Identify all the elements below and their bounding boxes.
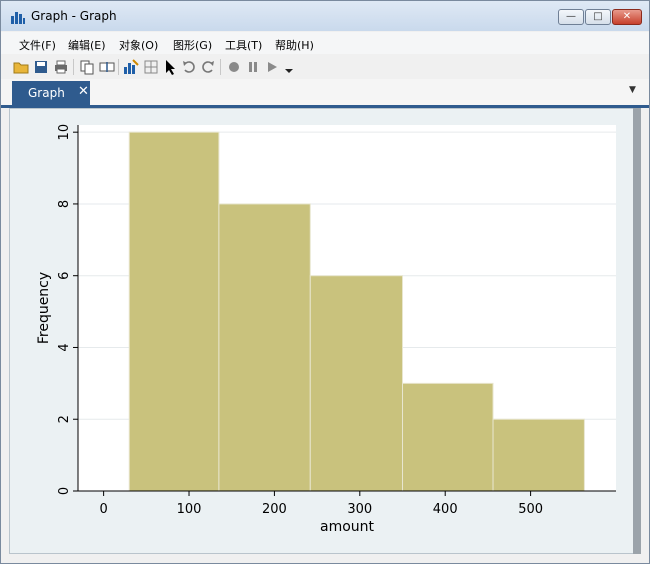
y-axis-label: Frequency [36, 272, 52, 344]
app-window: Graph - Graph — □ ✕ 文件(F) 编辑(E) 对象(O) 图形… [0, 0, 650, 564]
scrollbar[interactable] [633, 108, 641, 554]
menu-edit[interactable]: 编辑(E) [68, 37, 106, 53]
y-tick-label: 2 [57, 415, 72, 423]
x-tick-label: 300 [347, 502, 372, 517]
close-button[interactable]: ✕ [612, 9, 642, 25]
rename-icon[interactable] [99, 59, 115, 75]
histogram-bar [218, 203, 311, 492]
menu-tools[interactable]: 工具(T) [225, 37, 262, 53]
toolbar-separator [118, 59, 119, 75]
x-tick-label: 200 [262, 502, 287, 517]
x-tick-label: 400 [433, 502, 458, 517]
toolbar [1, 55, 649, 79]
x-tick-label: 0 [99, 502, 107, 517]
y-tick-label: 10 [57, 124, 72, 141]
tab-graph[interactable]: Graph ✕ [12, 81, 90, 105]
tab-close-icon[interactable]: ✕ [78, 84, 89, 99]
title-bar[interactable]: Graph - Graph — □ ✕ [1, 1, 649, 31]
minimize-button[interactable]: — [558, 9, 584, 25]
save-icon[interactable] [33, 59, 49, 75]
histogram-bar [128, 131, 220, 492]
x-tick-label: 100 [177, 502, 202, 517]
histogram-bar [309, 275, 404, 492]
histogram-bar [492, 418, 585, 492]
copy-icon[interactable] [79, 59, 95, 75]
toolbar-separator [220, 59, 221, 75]
grid-icon[interactable] [143, 59, 159, 75]
menu-file[interactable]: 文件(F) [19, 37, 56, 53]
tab-dropdown-icon[interactable]: ▼ [629, 85, 636, 95]
chevron-down-icon[interactable] [281, 59, 297, 75]
menu-bar: 文件(F) 编辑(E) 对象(O) 图形(G) 工具(T) 帮助(H) [1, 32, 649, 54]
toolbar-separator [73, 59, 74, 75]
open-folder-icon[interactable] [13, 59, 29, 75]
histogram-bar [402, 382, 494, 492]
graph-area: 0 2 4 6 8 10 0 100 200 300 400 500 amount Frequency [9, 108, 641, 554]
y-tick-label: 6 [57, 272, 72, 280]
undo-icon[interactable] [181, 59, 197, 75]
tab-bar: Graph ✕ [1, 79, 649, 108]
maximize-button[interactable]: □ [585, 9, 611, 25]
histogram-chart: 02468100 100 200 300 400 500amountFrequency [36, 124, 616, 535]
pause-icon[interactable] [245, 59, 261, 75]
window-title: Graph - Graph [31, 9, 117, 23]
graph-app-icon [11, 12, 25, 24]
menu-help[interactable]: 帮助(H) [275, 37, 314, 53]
menu-graph[interactable]: 图形(G) [173, 37, 212, 53]
redo-icon[interactable] [200, 59, 216, 75]
y-tick-label: 0 [57, 487, 72, 495]
y-tick-label: 8 [57, 200, 72, 208]
y-tick-label: 4 [57, 343, 72, 351]
play-icon[interactable] [264, 59, 280, 75]
tab-label: Graph [28, 86, 65, 100]
record-icon[interactable] [226, 59, 242, 75]
x-axis-label: amount [320, 519, 375, 535]
menu-object[interactable]: 对象(O) [119, 37, 158, 53]
x-tick-label: 500 [518, 502, 543, 517]
graph-editor-icon[interactable] [123, 59, 139, 75]
pointer-icon[interactable] [163, 59, 179, 75]
print-icon[interactable] [53, 59, 69, 75]
